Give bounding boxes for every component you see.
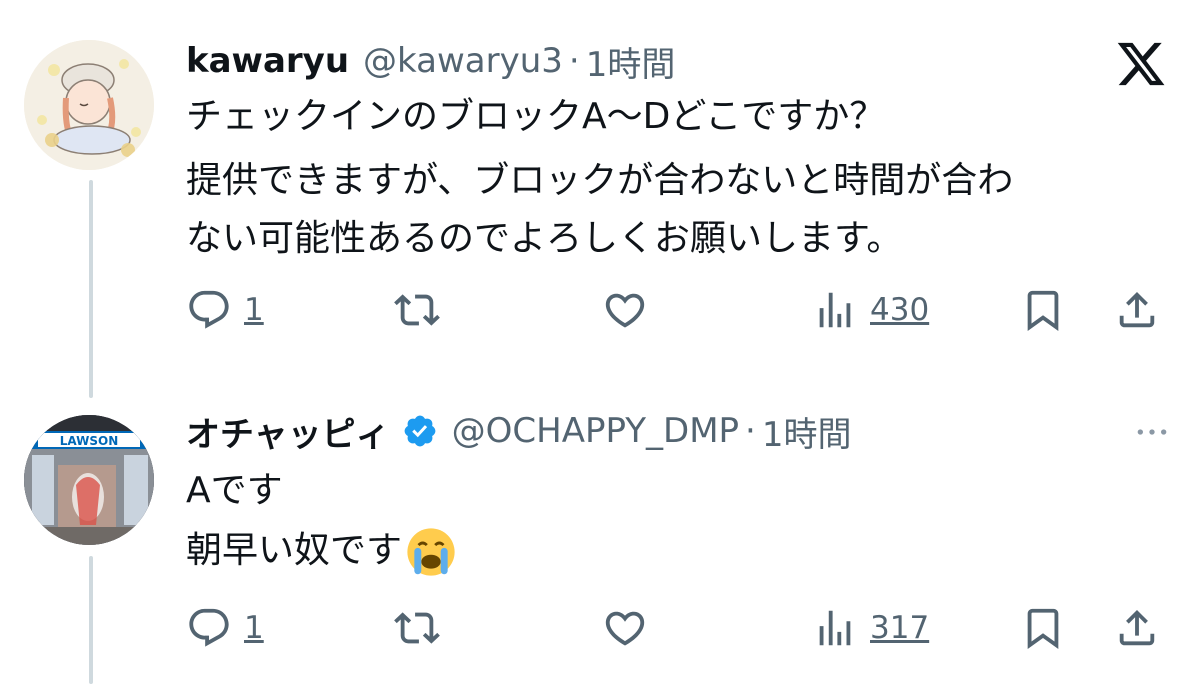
- tweet-kawaryu[interactable]: kawaryu @kawaryu3 · 1時間 チェックインのブロックA〜Dどこ…: [186, 36, 1200, 356]
- user-handle[interactable]: @OCHAPPY_DMP: [452, 411, 739, 451]
- bookmark-button[interactable]: [1020, 280, 1066, 340]
- display-name[interactable]: kawaryu: [186, 41, 349, 81]
- svg-text:LAWSON: LAWSON: [60, 434, 119, 448]
- tweet-ochappy[interactable]: オチャッピィ @OCHAPPY_DMP · 1時間 Aです 朝早い奴です 1 3…: [186, 406, 1200, 684]
- tweet-text-line-2: 朝早い奴です: [186, 530, 403, 571]
- repost-arrows-icon: [394, 294, 440, 326]
- reply-count[interactable]: 1: [244, 610, 264, 646]
- timestamp[interactable]: 1時間: [586, 37, 676, 86]
- separator-dot: ·: [568, 41, 580, 81]
- tweet-header: kawaryu @kawaryu3 · 1時間: [186, 36, 675, 86]
- views-button[interactable]: 430: [812, 280, 929, 340]
- heart-icon: [605, 293, 645, 328]
- bookmark-button[interactable]: [1020, 598, 1066, 658]
- heart-icon: [605, 611, 645, 646]
- bookmark-icon: [1027, 290, 1059, 331]
- tweet-text-line-2: 提供できますが、ブロックが合わないと時間が合わ: [186, 160, 1014, 201]
- share-upload-icon: [1119, 609, 1155, 646]
- share-button[interactable]: [1114, 280, 1160, 340]
- tweet-text-line-2-wrapper: 朝早い奴です: [186, 526, 456, 577]
- like-button[interactable]: [602, 280, 648, 340]
- share-upload-icon: [1119, 291, 1155, 328]
- reply-button[interactable]: 1: [186, 280, 264, 340]
- separator-dot: ·: [745, 411, 756, 451]
- bookmark-icon: [1027, 608, 1059, 649]
- timestamp[interactable]: 1時間: [762, 407, 852, 456]
- avatar-kawaryu[interactable]: [24, 40, 154, 170]
- user-handle[interactable]: @kawaryu3: [363, 41, 563, 81]
- speech-bubble-icon: [189, 608, 229, 647]
- bar-chart-icon: [819, 610, 851, 646]
- views-button[interactable]: 317: [812, 598, 929, 658]
- repost-button[interactable]: [394, 598, 440, 658]
- reply-count[interactable]: 1: [244, 292, 264, 328]
- tweet-actions: 1 317: [186, 598, 1200, 658]
- display-name[interactable]: オチャッピィ: [186, 407, 390, 456]
- speech-bubble-icon: [189, 290, 229, 329]
- tweet-header: オチャッピィ @OCHAPPY_DMP · 1時間: [186, 406, 852, 456]
- share-button[interactable]: [1114, 598, 1160, 658]
- bar-chart-icon: [819, 292, 851, 328]
- tweet-text-line-3: ない可能性あるのでよろしくお願いします。: [186, 218, 903, 259]
- tweet-text-line-1: Aです: [186, 470, 283, 511]
- tweet-text-line-1: チェックインのブロックA〜Dどこですか？: [186, 96, 886, 137]
- thread-line-top: [89, 180, 93, 398]
- tweet-actions: 1 430: [186, 280, 1200, 340]
- like-button[interactable]: [602, 598, 648, 658]
- avatar-ochappy[interactable]: LAWSON: [24, 415, 154, 545]
- illustrated-avatar-image: [24, 40, 154, 170]
- verified-badge-icon[interactable]: [402, 413, 438, 449]
- repost-arrows-icon: [394, 612, 440, 644]
- crying-face-emoji-icon: [407, 528, 455, 576]
- thread-line-bottom: [89, 556, 93, 684]
- reply-button[interactable]: 1: [186, 598, 264, 658]
- views-count[interactable]: 430: [870, 292, 929, 328]
- views-count[interactable]: 317: [870, 610, 929, 646]
- repost-button[interactable]: [394, 280, 440, 340]
- lawson-store-photo-image: LAWSON: [24, 415, 154, 545]
